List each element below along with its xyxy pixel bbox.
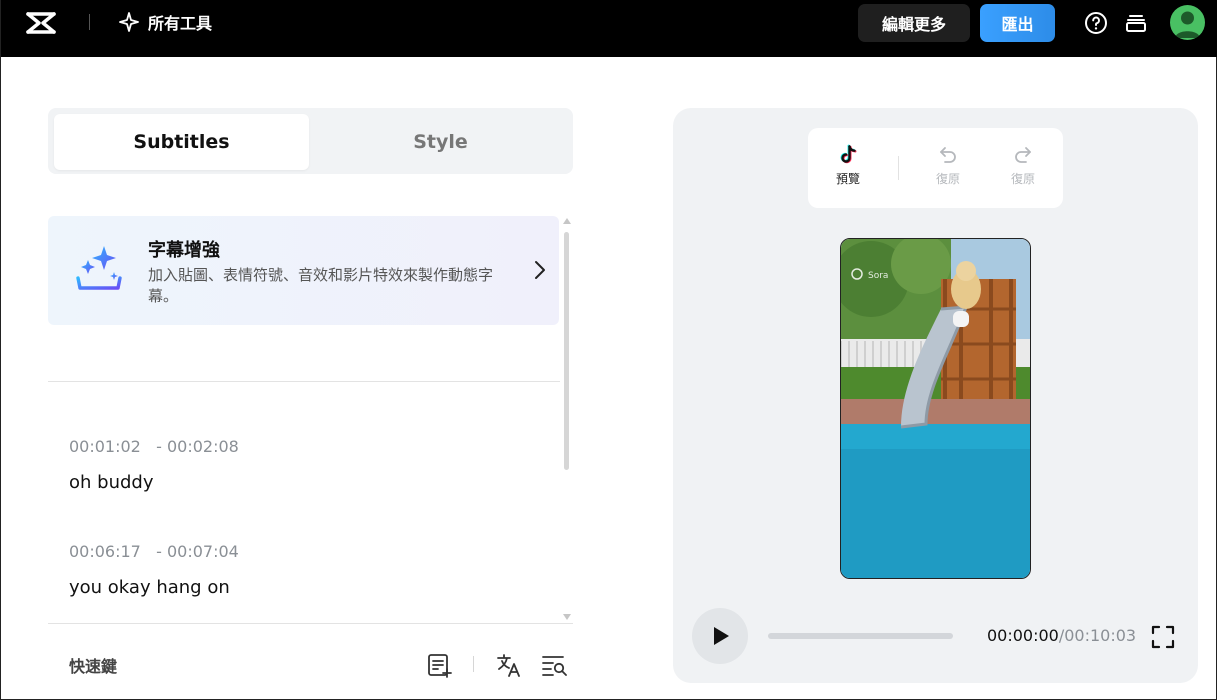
redo-button[interactable]: 復原 (1003, 144, 1043, 187)
preview-toolbar: 預覽 復原 復原 (808, 128, 1063, 208)
subtitle-enhance-card[interactable]: 字幕增強 加入貼圖、表情符號、音效和影片特效來製作動態字幕。 (48, 216, 559, 325)
video-preview[interactable]: Sora (840, 238, 1031, 579)
play-icon (714, 627, 729, 645)
shortcuts-link[interactable]: 快速鍵 (69, 653, 117, 677)
all-tools-button[interactable]: 所有工具 (118, 10, 212, 34)
tab-style[interactable]: Style (313, 114, 568, 170)
toolbar-divider (898, 156, 899, 180)
scroll-down-arrow-icon[interactable] (563, 614, 571, 620)
tools-divider (473, 656, 474, 672)
tiktok-icon (840, 144, 857, 164)
avatar[interactable] (1170, 5, 1205, 40)
subtitle-start-time: 00:06:17 (69, 542, 141, 561)
tiktok-preview-button[interactable]: 預覽 (828, 144, 868, 187)
subtitle-tabs: Subtitles Style (48, 108, 573, 174)
all-tools-label: 所有工具 (148, 14, 213, 33)
subtitle-text[interactable]: oh buddy (69, 472, 239, 493)
edit-more-button[interactable]: 編輯更多 (858, 4, 970, 42)
redo-icon (1015, 147, 1031, 163)
subtitle-end-time: - 00:02:08 (156, 437, 239, 456)
divider (48, 381, 560, 382)
preview-panel: 預覽 復原 復原 Sora 00:00:00/00:10:03 (673, 108, 1198, 683)
current-time: 00:00:00 (987, 626, 1059, 645)
subtitle-timestamp: 00:01:02 - 00:02:08 (69, 437, 239, 456)
undo-button[interactable]: 復原 (928, 144, 968, 187)
translate-icon[interactable] (496, 652, 522, 678)
sparkle-icon (119, 12, 139, 32)
undo-label: 復原 (935, 172, 960, 186)
queue-icon[interactable] (1124, 11, 1148, 35)
redo-label: 復原 (1010, 172, 1035, 186)
subtitle-start-time: 00:01:02 (69, 437, 141, 456)
divider (48, 623, 573, 624)
add-text-icon[interactable] (426, 652, 452, 678)
subtitle-scrollbar[interactable] (562, 218, 572, 623)
undo-icon (940, 147, 956, 163)
total-time: /00:10:03 (1058, 626, 1137, 645)
tab-subtitles[interactable]: Subtitles (54, 114, 309, 170)
play-button[interactable] (692, 608, 748, 664)
enhance-title: 字幕增強 (148, 240, 220, 261)
chevron-right-icon (535, 261, 545, 279)
timecode: 00:00:00/00:10:03 (987, 626, 1136, 645)
fullscreen-icon[interactable] (1151, 625, 1175, 649)
magic-sparkle-icon (76, 246, 122, 290)
top-bar: 所有工具 編輯更多 匯出 (1, 0, 1217, 57)
subtitle-timestamp: 00:06:17 - 00:07:04 (69, 542, 239, 561)
subtitle-end-time: - 00:07:04 (156, 542, 239, 561)
tiktok-preview-label: 預覽 (835, 172, 860, 186)
subtitle-text[interactable]: you okay hang on (69, 577, 239, 598)
top-divider (89, 14, 90, 30)
video-frame-dog-slide-image: Sora (841, 239, 1030, 578)
user-icon (1175, 11, 1200, 38)
playback-progress-bar[interactable] (768, 633, 953, 639)
subtitle-entry[interactable]: 00:01:02 - 00:02:08 oh buddy (69, 437, 239, 493)
help-icon[interactable] (1084, 11, 1108, 35)
scroll-up-arrow-icon[interactable] (563, 218, 571, 224)
video-watermark: Sora (868, 271, 888, 281)
scroll-thumb[interactable] (564, 232, 569, 470)
search-replace-icon[interactable] (541, 652, 567, 678)
capcut-logo-icon[interactable] (25, 10, 57, 36)
subtitle-entry[interactable]: 00:06:17 - 00:07:04 you okay hang on (69, 542, 239, 598)
enhance-description: 加入貼圖、表情符號、音效和影片特效來製作動態字幕。 (148, 266, 494, 305)
export-button[interactable]: 匯出 (980, 4, 1055, 42)
